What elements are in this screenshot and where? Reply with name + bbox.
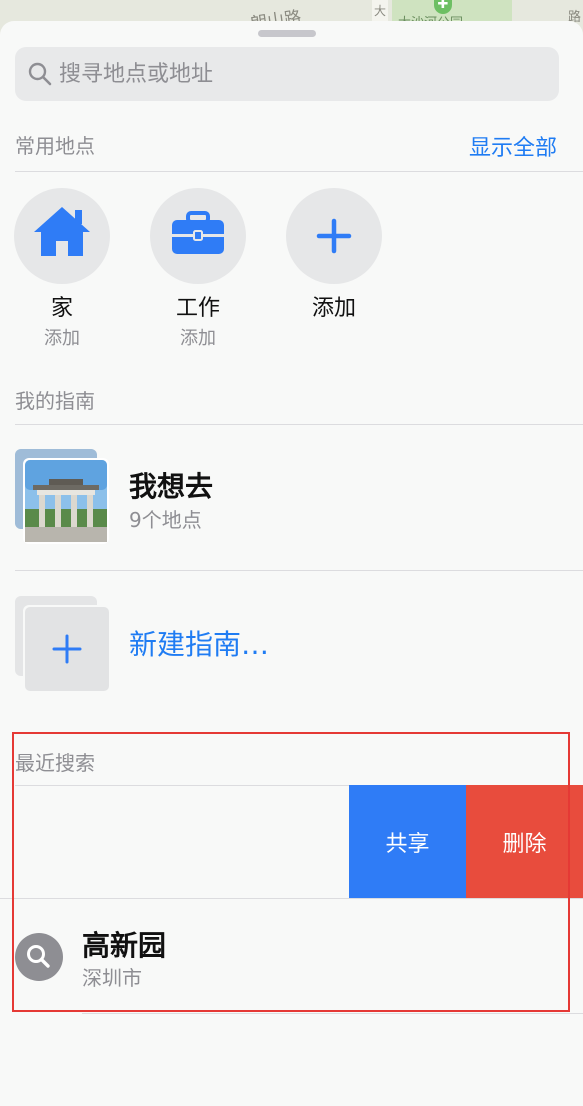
map-side-road-label: 大	[374, 4, 387, 18]
search-icon	[28, 62, 52, 86]
sheet-grabber[interactable]	[258, 30, 316, 37]
favorite-add-name: 添加	[311, 296, 356, 321]
new-guide-plus-icon	[15, 596, 109, 691]
favorite-add-circle[interactable]	[286, 188, 382, 284]
favorites-header: 常用地点	[15, 134, 95, 158]
search-input[interactable]	[59, 55, 539, 93]
favorite-add[interactable]: 添加	[286, 188, 382, 322]
new-guide-thumbnail[interactable]	[15, 596, 111, 692]
favorite-home-name: 家	[50, 296, 73, 321]
highlight-box	[12, 732, 570, 1012]
plus-icon	[316, 218, 352, 254]
guide-thumbnail[interactable]	[15, 449, 111, 545]
favorite-home-sub: 添加	[44, 328, 80, 349]
guide-title[interactable]: 我想去	[129, 465, 213, 505]
divider	[15, 171, 583, 172]
guide-subtitle: 9个地点	[129, 508, 202, 532]
show-all-link[interactable]: 显示全部	[469, 130, 557, 162]
house-icon	[34, 207, 90, 256]
favorite-work[interactable]: 工作 添加	[150, 188, 246, 350]
favorite-home-circle[interactable]	[14, 188, 110, 284]
briefcase-icon	[172, 211, 224, 254]
search-bar[interactable]	[15, 47, 559, 101]
guide-photo-icon	[15, 449, 109, 544]
divider	[82, 1013, 583, 1014]
new-guide-button[interactable]: 新建指南…	[129, 623, 269, 663]
favorite-home[interactable]: 家 添加	[14, 188, 110, 350]
favorite-work-circle[interactable]	[150, 188, 246, 284]
divider	[15, 570, 583, 571]
favorite-work-sub: 添加	[180, 328, 216, 349]
favorite-work-name: 工作	[175, 296, 220, 321]
divider	[15, 424, 583, 425]
guides-header: 我的指南	[15, 389, 95, 413]
